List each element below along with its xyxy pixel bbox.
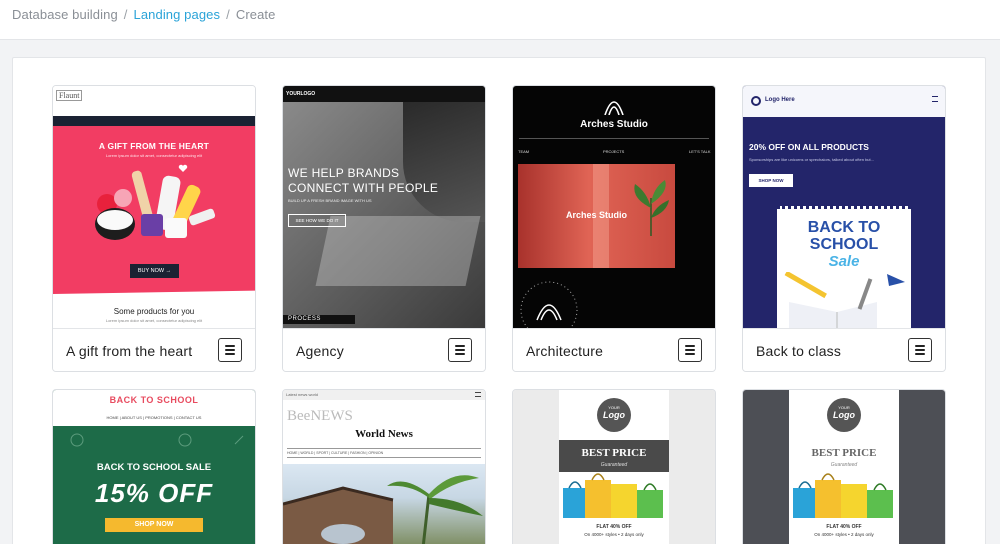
- brand-logo: Flaunt: [56, 90, 83, 101]
- section-subtext: Lorem ipsum dolor sit amet, consectetur …: [105, 318, 203, 323]
- breadcrumb-separator: /: [123, 7, 128, 22]
- products-illustration: [95, 164, 216, 240]
- templates-panel: Flaunt A GIFT FROM THE HEART Lorem ipsum…: [12, 57, 986, 544]
- image-title: Arches Studio: [565, 210, 627, 220]
- brand-logo: Logo Here: [765, 97, 795, 103]
- top-nav[interactable]: HOME | ABOUT US | PROMOTIONS | CONTACT U…: [53, 415, 255, 420]
- menu-icon[interactable]: [932, 96, 938, 102]
- offer-sub: On 4000+ styles • 2 days only: [584, 532, 644, 537]
- art-back-to: BACK TO: [807, 219, 881, 236]
- hero-subtext: BUILD UP A FRESH BRAND IMAGE WITH US: [288, 198, 372, 203]
- best-price-headline: BEST PRICE: [581, 447, 647, 459]
- nav-lets-talk[interactable]: LET'S TALK: [689, 149, 711, 154]
- news-title: World News: [355, 428, 413, 440]
- logo-icon: [751, 96, 761, 106]
- hamburger-menu-icon[interactable]: [678, 338, 702, 362]
- template-card-world-news[interactable]: Latest news world BeeNEWS World News HOM…: [282, 389, 486, 544]
- hero-headline: 20% OFF ON ALL PRODUCTS: [749, 142, 869, 152]
- logo-text-logo: Logo: [833, 410, 855, 420]
- flat-offer: FLAT 40% OFF: [826, 524, 862, 530]
- shopping-bags-illustration: [793, 473, 893, 518]
- brand-logo: BeeNEWS: [287, 408, 353, 424]
- nav-projects[interactable]: PROJECTS: [603, 149, 624, 154]
- template-name: Back to class: [756, 343, 842, 359]
- template-thumbnail[interactable]: Latest news world BeeNEWS World News HOM…: [283, 390, 485, 544]
- card-footer: A gift from the heart: [53, 328, 255, 371]
- buy-now-button[interactable]: BUY NOW →: [130, 264, 179, 278]
- breadcrumb: Database building / Landing pages / Create: [12, 7, 275, 22]
- card-footer: Agency: [283, 328, 485, 371]
- art-sale: Sale: [828, 253, 860, 270]
- studio-title: Arches Studio: [580, 119, 648, 130]
- template-thumbnail[interactable]: YOURLOGO WE HELP BRANDS CONNECT WITH PEO…: [283, 86, 485, 328]
- shop-now-button[interactable]: SHOP NOW: [105, 518, 203, 532]
- template-card-agency[interactable]: YOURLOGO WE HELP BRANDS CONNECT WITH PEO…: [282, 85, 486, 372]
- template-thumbnail[interactable]: Logo Here 20% OFF ON ALL PRODUCTS Sponso…: [743, 86, 945, 328]
- template-name: Agency: [296, 343, 344, 359]
- arch-dotted-icon: [520, 281, 578, 328]
- template-card-gift[interactable]: Flaunt A GIFT FROM THE HEART Lorem ipsum…: [52, 85, 256, 372]
- hero-headline: BACK TO SCHOOL SALE: [96, 462, 212, 473]
- template-thumbnail[interactable]: Arches Studio TEAM PROJECTS LET'S TALK A…: [513, 86, 715, 328]
- offer-sub: On 4000+ styles • 2 days only: [814, 532, 874, 537]
- flat-offer: FLAT 40% OFF: [596, 524, 632, 530]
- template-thumbnail[interactable]: YOUR Logo BEST PRICE Guaranteed FLAT 40%…: [513, 390, 715, 544]
- logo-text-logo: Logo: [603, 410, 625, 420]
- shop-now-button[interactable]: SHOP NOW: [749, 174, 793, 187]
- plant-image: [634, 180, 669, 236]
- hero-headline: A GIFT FROM THE HEART: [98, 141, 210, 151]
- see-how-button[interactable]: SEE HOW WE DO IT: [288, 214, 346, 227]
- breadcrumb-landing-pages[interactable]: Landing pages: [134, 7, 221, 22]
- breadcrumb-separator: /: [226, 7, 230, 22]
- arch-logo-icon: [604, 101, 624, 115]
- book-pencil-illustration: [784, 272, 905, 328]
- hero-subtext: Sponsorships are like unicorns or sprech…: [749, 157, 874, 162]
- hero-subtext: Lorem ipsum dolor sit amet, consectetur …: [105, 153, 203, 158]
- template-name: A gift from the heart: [66, 343, 193, 359]
- template-card-back-to-class[interactable]: Logo Here 20% OFF ON ALL PRODUCTS Sponso…: [742, 85, 946, 372]
- news-photo: [283, 475, 483, 544]
- doodle-icons: [70, 433, 244, 447]
- hero-headline-line2: CONNECT WITH PEOPLE: [288, 181, 439, 195]
- best-price-sub: Guaranteed: [830, 462, 858, 468]
- hamburger-menu-icon[interactable]: [218, 338, 242, 362]
- shopping-bags-illustration: [563, 473, 663, 518]
- nav-team[interactable]: TEAM: [518, 149, 529, 154]
- template-card-best-price[interactable]: YOUR Logo BEST PRICE Guaranteed FLAT 40%…: [512, 389, 716, 544]
- breadcrumb-create: Create: [235, 7, 276, 22]
- hero-headline-line1: WE HELP BRANDS: [288, 166, 400, 180]
- hamburger-menu-icon[interactable]: [448, 338, 472, 362]
- art-school: SCHOOL: [809, 236, 879, 253]
- breadcrumb-database-building[interactable]: Database building: [12, 7, 118, 22]
- card-footer: Back to class: [743, 328, 945, 371]
- hero-discount: 15% OFF: [94, 478, 214, 508]
- template-thumbnail[interactable]: BACK TO SCHOOL HOME | ABOUT US | PROMOTI…: [53, 390, 255, 544]
- template-name: Architecture: [526, 343, 604, 359]
- template-card-back-to-school-sale[interactable]: BACK TO SCHOOL HOME | ABOUT US | PROMOTI…: [52, 389, 256, 544]
- brand-logo: BACK TO SCHOOL: [109, 395, 199, 405]
- hamburger-menu-icon[interactable]: [908, 338, 932, 362]
- brand-logo: YOURLOGO: [286, 91, 316, 97]
- template-card-best-price-dark[interactable]: YOUR Logo BEST PRICE Guaranteed FLAT 40%…: [742, 389, 946, 544]
- top-bar: Database building / Landing pages / Create: [0, 0, 1000, 40]
- news-nav[interactable]: HOME | WORLD | SPORT | CULTURE | FASHION…: [287, 451, 383, 455]
- template-thumbnail[interactable]: Flaunt A GIFT FROM THE HEART Lorem ipsum…: [53, 86, 255, 328]
- template-card-architecture[interactable]: Arches Studio TEAM PROJECTS LET'S TALK A…: [512, 85, 716, 372]
- best-price-headline: BEST PRICE: [811, 447, 877, 459]
- section-title: Some products for you: [113, 307, 195, 316]
- template-thumbnail[interactable]: YOUR Logo BEST PRICE Guaranteed FLAT 40%…: [743, 390, 945, 544]
- top-strip-text: Latest news world: [286, 392, 319, 397]
- process-label: PROCESS: [288, 316, 321, 322]
- card-footer: Architecture: [513, 328, 715, 371]
- menu-icon[interactable]: [475, 392, 481, 397]
- best-price-sub: Guaranteed: [600, 462, 628, 468]
